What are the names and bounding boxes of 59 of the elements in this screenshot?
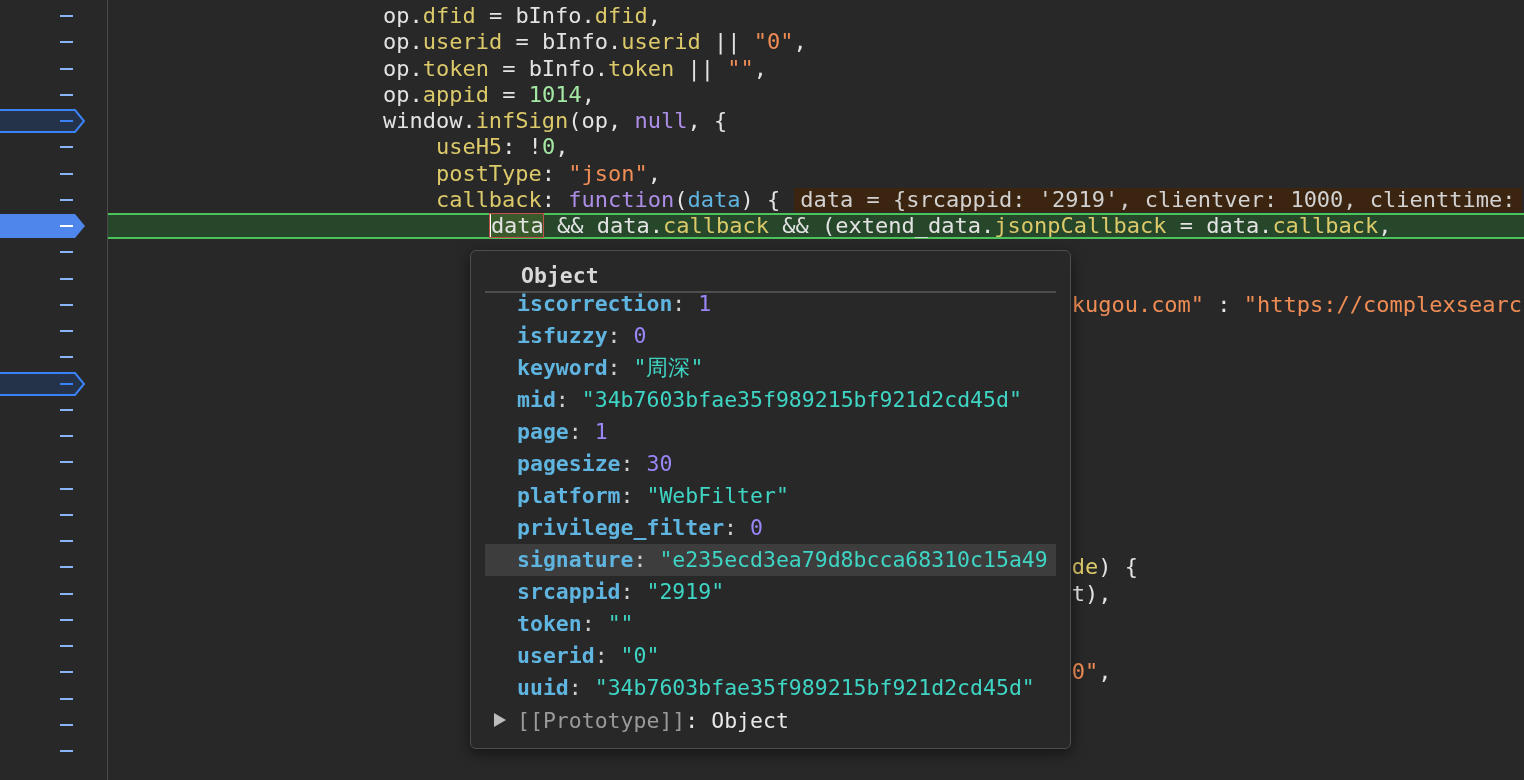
gutter-dash[interactable] — [60, 146, 73, 149]
property-row[interactable]: userid: "0" — [485, 640, 1056, 672]
code-line: op.token = bInfo.token || "", — [382, 55, 768, 82]
property-row[interactable]: mid: "34b7603bfae35f989215bf921d2cd45d" — [485, 384, 1056, 416]
code-line: postType: "json", — [435, 160, 662, 187]
inline-value: data = {srcappid: '2919', clientver: 1000, clienttime: — [794, 187, 1522, 212]
gutter-dash[interactable] — [60, 435, 73, 438]
property-row[interactable]: keyword: "周深" — [485, 352, 1056, 384]
gutter-dash[interactable] — [60, 513, 73, 516]
property-row[interactable]: pagesize: 30 — [485, 448, 1056, 480]
code-line: de) { — [1071, 554, 1138, 581]
code-line: window.infSign(op, null, { — [382, 108, 728, 135]
gutter-dash[interactable] — [60, 330, 73, 333]
property-row[interactable]: token: "" — [485, 608, 1056, 640]
gutter-dash[interactable] — [60, 487, 73, 490]
code-line: kugou.com" : "https://complexsearc — [1071, 291, 1522, 318]
gutter-dash[interactable] — [60, 697, 73, 700]
prototype-row[interactable]: [[Prototype]]: Object — [517, 707, 789, 733]
gutter-dash[interactable] — [60, 618, 73, 621]
breakpoint-marker[interactable] — [0, 371, 86, 396]
property-row[interactable]: srcappid: "2919" — [485, 576, 1056, 608]
code-line: useH5: !0, — [435, 134, 569, 161]
gutter-dash[interactable] — [60, 356, 73, 359]
code-line: callback: function(data) { — [435, 186, 781, 213]
gutter-dash[interactable] — [60, 93, 73, 96]
property-row[interactable]: privilege_filter: 0 — [485, 512, 1056, 544]
gutter-dash[interactable] — [60, 277, 73, 280]
gutter-dash[interactable] — [60, 67, 73, 70]
gutter-dash[interactable] — [60, 408, 73, 411]
gutter-dash[interactable] — [60, 172, 73, 175]
code-line: op.dfid = bInfo.dfid, — [382, 3, 662, 30]
gutter-dash[interactable] — [60, 723, 73, 726]
code-line: 0", — [1071, 659, 1112, 686]
breakpoint-marker[interactable] — [0, 109, 86, 134]
gutter-dash[interactable] — [60, 15, 73, 18]
gutter-dash[interactable] — [60, 251, 73, 254]
property-row[interactable]: signature: "e235ecd3ea79d8bcca68310c15a49 — [485, 544, 1056, 576]
code-line: data && data.callback && (extend_data.jsonpCallback = data.callback, — [488, 213, 1392, 240]
gutter-dash[interactable] — [60, 592, 73, 595]
property-row[interactable]: platform: "WebFilter" — [485, 480, 1056, 512]
gutter-dash[interactable] — [60, 198, 73, 201]
gutter-dash[interactable] — [60, 540, 73, 543]
property-row[interactable]: uuid: "34b7603bfae35f989215bf921d2cd45d" — [485, 672, 1056, 704]
expand-triangle-icon[interactable] — [493, 712, 507, 728]
gutter-dash[interactable] — [60, 566, 73, 569]
gutter-dash[interactable] — [60, 750, 73, 753]
code-line: op.appid = 1014, — [382, 81, 595, 108]
property-row[interactable]: page: 1 — [485, 416, 1056, 448]
popover-title: Object — [520, 262, 599, 290]
code-line: op.userid = bInfo.userid || "0", — [382, 29, 807, 56]
code-line: t), — [1071, 580, 1112, 607]
property-row[interactable]: iscorrection: 1 — [485, 288, 1056, 320]
gutter-dash[interactable] — [60, 41, 73, 44]
gutter-dash[interactable] — [60, 671, 73, 674]
gutter-dash[interactable] — [60, 461, 73, 464]
gutter-dash[interactable] — [60, 303, 73, 306]
breakpoint-marker[interactable] — [0, 214, 86, 239]
gutter-dash[interactable] — [60, 645, 73, 648]
property-row[interactable]: isfuzzy: 0 — [485, 320, 1056, 352]
